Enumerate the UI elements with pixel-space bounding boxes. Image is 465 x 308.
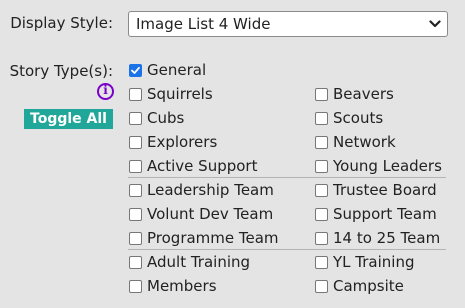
checkbox-campsite[interactable] [315,280,328,293]
checkbox-young-leaders[interactable] [315,160,328,173]
story-type-label: Explorers [147,133,218,151]
chevron-down-icon [429,16,441,36]
story-type-label: General [147,61,207,79]
story-type-label: Trustee Board [333,181,437,199]
checkbox-adult-training[interactable] [129,256,142,269]
story-type-label: Programme Team [147,229,279,247]
checkbox-squirrels[interactable] [129,88,142,101]
story-type-label: Beavers [333,85,394,103]
checkbox-yl-training[interactable] [315,256,328,269]
story-type-label: Volunt Dev Team [147,205,274,223]
story-type-label: 14 to 25 Team [333,229,441,247]
group-divider [128,249,446,250]
story-type-label: Scouts [333,109,384,127]
story-type-label: Squirrels [147,85,213,103]
story-type-label: Support Team [333,205,437,223]
display-style-label: Display Style: [10,14,113,32]
checkbox-general[interactable] [129,64,142,77]
checkbox-leadership-team[interactable] [129,184,142,197]
display-style-select[interactable]: Image List 4 Wide [128,11,448,37]
checkbox-members[interactable] [129,280,142,293]
info-icon-glyph: i [103,83,108,97]
checkbox-network[interactable] [315,136,328,149]
story-type-label: Cubs [147,109,185,127]
checkbox-active-support[interactable] [129,160,142,173]
checkbox-scouts[interactable] [315,112,328,125]
toggle-all-button[interactable]: Toggle All [24,109,113,129]
checkbox-support-team[interactable] [315,208,328,221]
group-divider [128,177,446,178]
checkbox-14-to-25-team[interactable] [315,232,328,245]
display-style-value: Image List 4 Wide [136,15,271,33]
checkbox-explorers[interactable] [129,136,142,149]
story-type-label: Adult Training [147,253,251,271]
checkbox-volunt-dev-team[interactable] [129,208,142,221]
story-type-label: Network [333,133,396,151]
checkbox-beavers[interactable] [315,88,328,101]
story-type-label: Campsite [333,277,404,295]
story-types-label: Story Type(s): [9,62,113,80]
info-icon[interactable]: i [97,83,114,100]
checkbox-programme-team[interactable] [129,232,142,245]
story-type-label: Active Support [147,157,258,175]
checkbox-trustee-board[interactable] [315,184,328,197]
story-type-label: Leadership Team [147,181,274,199]
checkbox-cubs[interactable] [129,112,142,125]
story-type-label: Members [147,277,217,295]
story-type-label: Young Leaders [333,157,442,175]
story-type-label: YL Training [333,253,415,271]
